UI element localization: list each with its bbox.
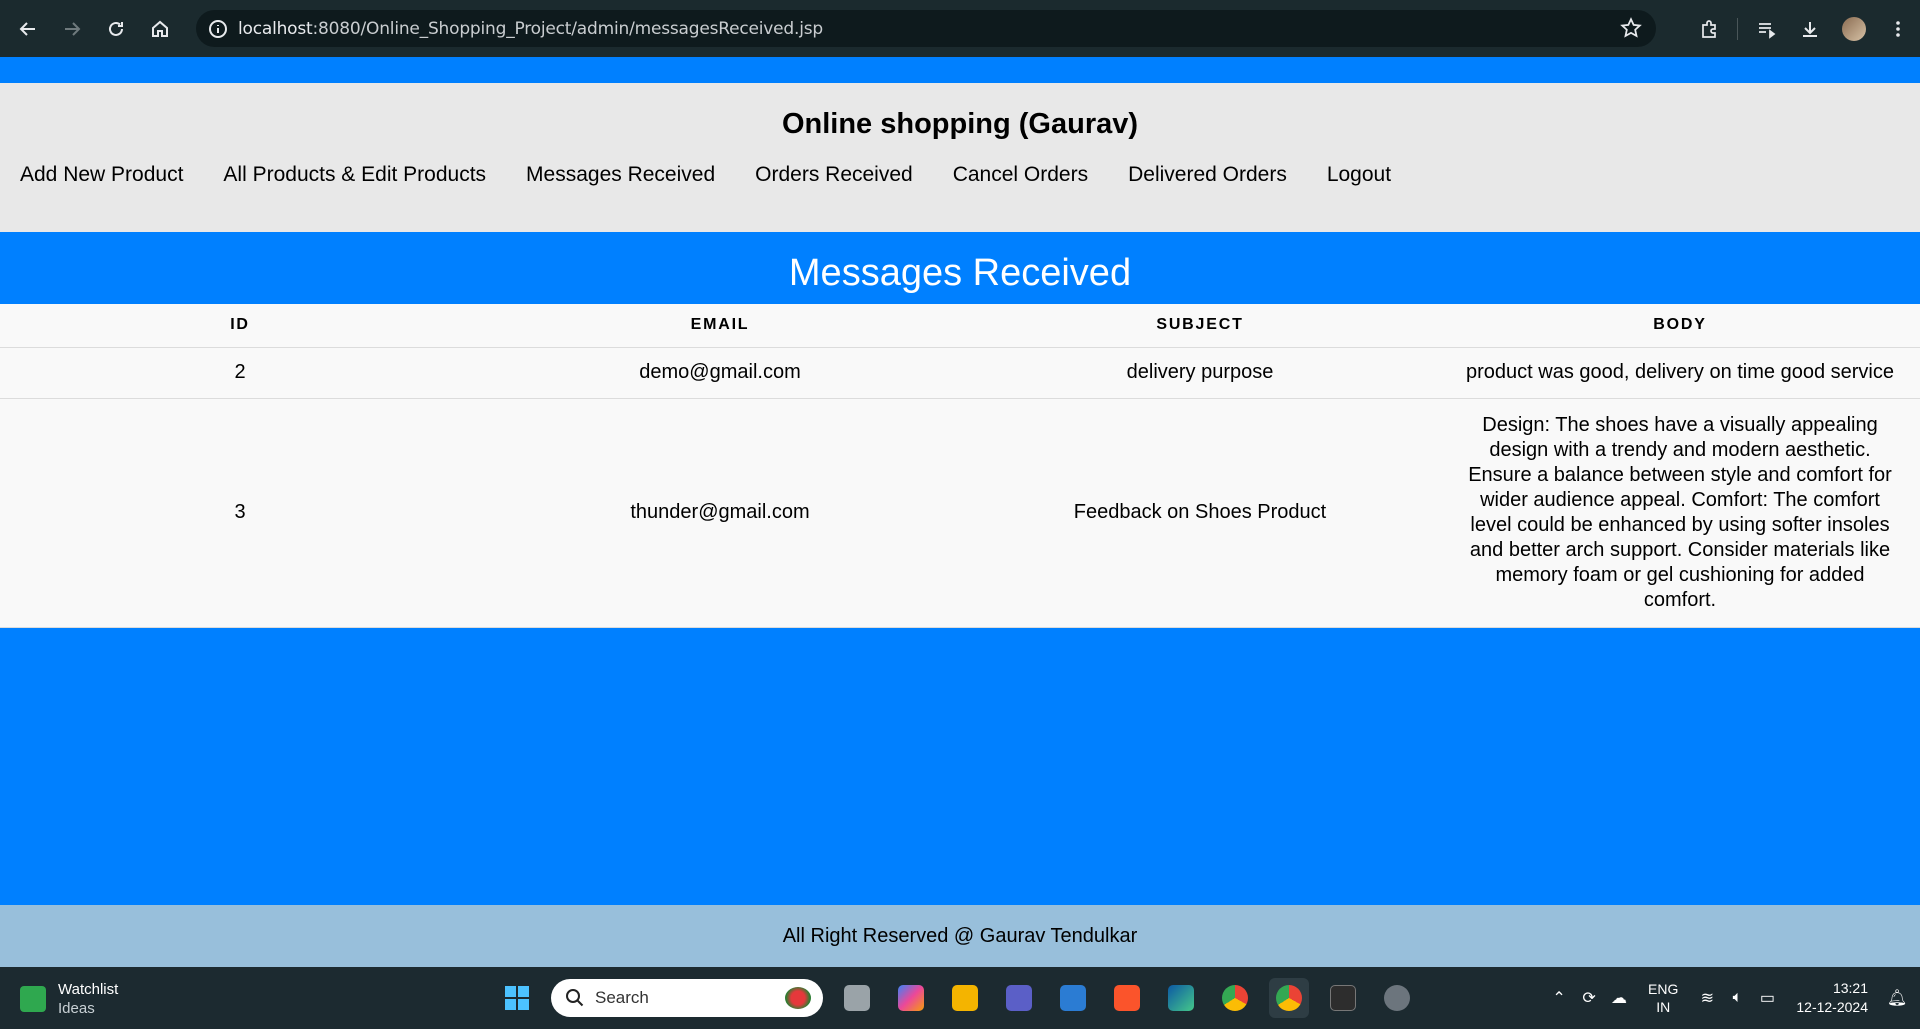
copilot-icon[interactable] — [891, 978, 931, 1018]
lang-bottom: IN — [1656, 999, 1671, 1015]
top-strip — [0, 57, 1920, 83]
language-indicator[interactable]: ENG IN — [1648, 980, 1678, 1016]
arrow-left-icon — [19, 21, 35, 36]
cell-body: Design: The shoes have a visually appeal… — [1440, 398, 1920, 628]
bookmark-star-icon[interactable] — [1620, 17, 1642, 44]
cell-id: 3 — [0, 398, 480, 628]
widget-text: Watchlist Ideas — [58, 980, 118, 1018]
column-header-subject: SUBJECT — [960, 304, 1440, 348]
brave-icon[interactable] — [1107, 978, 1147, 1018]
messages-table: ID EMAIL SUBJECT BODY 2 demo@gmail.com d… — [0, 304, 1920, 628]
cell-body: product was good, delivery on time good … — [1440, 347, 1920, 399]
clock-time: 13:21 — [1832, 980, 1868, 996]
system-tray: ⌃ ⟳ ☁ ENG IN ≋ 🔈︎ ▭ 13:21 12-12-2024 🔔︎ — [1544, 967, 1920, 1029]
clock-date: 12-12-2024 — [1796, 999, 1868, 1015]
chrome-profile-icon[interactable] — [1269, 978, 1309, 1018]
table-row: 2 demo@gmail.com delivery purpose produc… — [0, 347, 1920, 399]
nav-messages-received[interactable]: Messages Received — [526, 163, 715, 187]
reload-button[interactable] — [94, 7, 138, 51]
page: Online shopping (Gaurav) Add New Product… — [0, 57, 1920, 967]
site-footer: All Right Reserved @ Gaurav Tendulkar — [0, 905, 1920, 967]
store-icon[interactable] — [1053, 978, 1093, 1018]
url-host: localhost — [238, 18, 313, 39]
task-view-icon[interactable] — [837, 978, 877, 1018]
nav-add-new-product[interactable]: Add New Product — [20, 163, 183, 187]
file-explorer-icon[interactable] — [945, 978, 985, 1018]
widget-watchlist[interactable]: Watchlist Ideas — [20, 980, 118, 1018]
column-header-email: EMAIL — [480, 304, 960, 348]
toolbar-divider — [1737, 17, 1738, 40]
cell-email: demo@gmail.com — [480, 347, 960, 399]
browser-actions — [1687, 0, 1920, 57]
browser-toolbar: localhost:8080/Online_Shopping_Project/a… — [0, 0, 1920, 57]
back-button[interactable] — [6, 7, 50, 51]
nav-orders-received[interactable]: Orders Received — [755, 163, 913, 187]
notification-bell-icon[interactable]: 🔔︎ — [1882, 988, 1912, 1008]
terminal-icon[interactable] — [1323, 978, 1363, 1018]
widget-title: Watchlist — [58, 981, 119, 998]
profile-avatar[interactable] — [1842, 16, 1866, 41]
taskbar-search[interactable]: Search — [551, 979, 823, 1017]
extensions-icon[interactable] — [1687, 7, 1731, 51]
table-header-row: ID EMAIL SUBJECT BODY — [0, 304, 1920, 348]
volume-icon[interactable]: 🔈︎ — [1722, 989, 1752, 1007]
clock[interactable]: 13:21 12-12-2024 — [1796, 979, 1868, 1017]
edge-icon[interactable] — [1161, 978, 1201, 1018]
cell-subject: Feedback on Shoes Product — [960, 398, 1440, 628]
column-header-id: ID — [0, 304, 480, 348]
battery-icon[interactable]: ▭ — [1752, 988, 1782, 1008]
teams-icon[interactable] — [999, 978, 1039, 1018]
poinsettia-icon — [785, 987, 811, 1009]
chevron-up-icon[interactable]: ⌃ — [1544, 988, 1574, 1008]
address-bar[interactable]: localhost:8080/Online_Shopping_Project/a… — [196, 10, 1656, 47]
search-placeholder: Search — [595, 988, 649, 1007]
cell-email: thunder@gmail.com — [480, 398, 960, 628]
arrow-right-icon — [65, 21, 81, 36]
table-row: 3 thunder@gmail.com Feedback on Shoes Pr… — [0, 398, 1920, 628]
site-title: Online shopping (Gaurav) — [781, 108, 1139, 140]
admin-nav: Add New Product All Products & Edit Prod… — [20, 163, 1391, 187]
lang-top: ENG — [1648, 981, 1679, 997]
os-taskbar: Watchlist Ideas Search ⌃ ⟳ ☁ ENG IN ≋ 🔈︎ — [0, 967, 1920, 1029]
page-heading: Messages Received — [788, 252, 1132, 294]
cell-subject: delivery purpose — [960, 347, 1440, 399]
chrome-icon[interactable] — [1215, 978, 1255, 1018]
windows-start-icon[interactable] — [497, 978, 537, 1018]
nav-logout[interactable]: Logout — [1327, 163, 1391, 187]
site-header: Online shopping (Gaurav) Add New Product… — [0, 83, 1920, 232]
widget-subtitle: Ideas — [58, 1000, 95, 1017]
forward-button[interactable] — [50, 7, 94, 51]
nav-delivered-orders[interactable]: Delivered Orders — [1128, 163, 1287, 187]
search-icon — [566, 989, 584, 1007]
media-control-icon[interactable] — [1744, 7, 1788, 51]
more-menu-icon[interactable] — [1876, 7, 1920, 51]
url-text[interactable]: localhost:8080/Online_Shopping_Project/a… — [238, 19, 823, 39]
cell-id: 2 — [0, 347, 480, 399]
taskbar-apps: Search — [497, 978, 1417, 1018]
nav-all-products[interactable]: All Products & Edit Products — [223, 163, 486, 187]
cloud-icon[interactable]: ☁ — [1604, 988, 1634, 1008]
reload-icon — [109, 21, 123, 36]
url-path: :8080/Online_Shopping_Project/admin/mess… — [312, 18, 824, 39]
nav-cancel-orders[interactable]: Cancel Orders — [953, 163, 1088, 187]
sync-icon[interactable]: ⟳ — [1574, 988, 1604, 1008]
watchlist-icon — [20, 986, 46, 1012]
wifi-icon[interactable]: ≋ — [1692, 988, 1722, 1008]
home-icon — [152, 20, 168, 37]
download-icon[interactable] — [1788, 7, 1832, 51]
settings-gear-icon[interactable] — [1377, 978, 1417, 1018]
site-info-icon[interactable] — [200, 10, 236, 47]
column-header-body: BODY — [1440, 304, 1920, 348]
home-button[interactable] — [138, 7, 182, 51]
